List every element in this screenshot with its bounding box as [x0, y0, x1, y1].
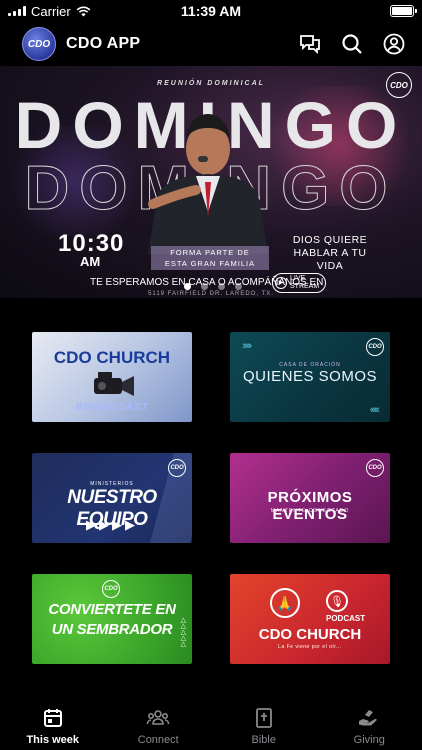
video-camera-icon: [94, 372, 134, 396]
church-badge-icon: CDO: [102, 580, 120, 598]
carousel-dot[interactable]: [201, 283, 208, 290]
church-badge-icon: CDO: [168, 459, 186, 477]
church-badge-icon: CDO: [366, 459, 384, 477]
family-line-2: ESTA GRAN FAMILIA: [164, 259, 256, 268]
battery-icon: [390, 5, 417, 17]
carrier-label: Carrier: [31, 3, 71, 19]
preacher-image: [148, 114, 268, 254]
title-line-2: UN SEMBRADOR: [51, 621, 173, 638]
praying-hands-icon: 🙏: [270, 588, 300, 618]
tile-sembrador[interactable]: CDO CONVIERTETE EN UN SEMBRADOR △ △ △ △ △: [32, 574, 192, 664]
carousel-dots[interactable]: [184, 283, 242, 290]
hero-carousel[interactable]: REUNIÓN DOMINICAL CDO DOMINGO DOMINGO 10…: [0, 66, 422, 298]
title-line-1: CONVIERTETE EN: [48, 601, 176, 618]
calendar-icon: [43, 709, 62, 727]
hero-address: 5119 FAIRFIELD DR. LAREDO, TX.: [148, 291, 274, 297]
status-bar: Carrier 11:39 AM: [0, 0, 422, 22]
tab-connect[interactable]: Connect: [108, 706, 208, 750]
search-icon[interactable]: [340, 32, 364, 56]
live-stream-label: LIVE STREAM: [290, 275, 320, 290]
arrows-icon: ▶▶▶▶: [86, 517, 138, 532]
tagline-line-2: HABLAR A TU VIDA: [293, 247, 367, 272]
carousel-dot[interactable]: [218, 283, 225, 290]
tile-cdo-church-broadcast[interactable]: CDO CHURCH BROADCAST: [32, 332, 192, 422]
tile-subtitle: BROADCAST: [75, 402, 149, 413]
tab-label: Connect: [137, 734, 179, 746]
tile-title: QUIENES SOMOS: [242, 368, 378, 385]
app-title: CDO APP: [66, 35, 141, 52]
live-stream-badge: ▶ LIVE STREAM: [272, 273, 327, 293]
tile-subtitle: La Fe viene por el oír...: [278, 644, 342, 650]
app-logo[interactable]: CDO: [22, 27, 56, 61]
wifi-icon: [76, 6, 91, 16]
tab-label: This week: [26, 734, 80, 746]
chevrons-icon: ‹‹‹‹‹: [369, 404, 380, 416]
tab-giving[interactable]: Giving: [319, 706, 419, 750]
tile-podcast[interactable]: 🙏 🎙 PODCAST CDO CHURCH La Fe viene por e…: [230, 574, 390, 664]
tile-title: PRÓXIMOS EVENTOS: [267, 489, 353, 523]
chat-icon[interactable]: [298, 32, 322, 56]
tile-quienes-somos[interactable]: CDO ››››› ‹‹‹‹‹ CASA DE ORACIÓN QUIENES …: [230, 332, 390, 422]
play-icon: ▶: [275, 277, 287, 289]
giving-icon: [359, 710, 377, 726]
tile-kicker: PODCAST: [326, 614, 366, 623]
tab-bible[interactable]: Bible: [214, 706, 314, 750]
hero-family-box: FORMA PARTE DE ESTA GRAN FAMILIA: [151, 246, 269, 270]
service-ampm: AM: [80, 254, 101, 269]
tile-proximos-eventos[interactable]: CDO PRÓXIMOS EVENTOS MANTENTE CONECTADO: [230, 453, 390, 543]
carousel-dot[interactable]: [184, 283, 191, 290]
tile-title: CONVIERTETE EN UN SEMBRADOR: [32, 600, 192, 640]
tile-nuestro-equipo[interactable]: CDO MINISTERIOS NUESTRO EQUIPO ▶▶▶▶: [32, 453, 192, 543]
tile-title: CDO CHURCH: [258, 626, 362, 643]
tab-this-week[interactable]: This week: [3, 706, 103, 750]
church-badge-icon: CDO: [366, 338, 384, 356]
tab-bar: This week Connect Bible Giving: [0, 696, 422, 750]
tile-subtitle: MANTENTE CONECTADO: [270, 508, 350, 514]
family-line-1: FORMA PARTE DE: [170, 248, 250, 257]
microphone-icon: 🎙: [326, 590, 348, 612]
profile-icon[interactable]: [382, 32, 406, 56]
chevrons-icon: ›››››: [242, 340, 252, 352]
people-icon: [146, 710, 170, 725]
triangles-icon: △ △ △ △ △: [180, 617, 186, 648]
status-time: 11:39 AM: [180, 3, 242, 19]
signal-icon: [8, 6, 26, 16]
tab-label: Giving: [353, 734, 385, 746]
app-header: CDO CDO APP: [0, 22, 422, 66]
bible-icon: [255, 708, 272, 728]
hero-tagline: DIOS QUIERE HABLAR A TU VIDA: [282, 234, 378, 273]
hero-kicker: REUNIÓN DOMINICAL: [157, 80, 265, 87]
carousel-dot[interactable]: [235, 283, 242, 290]
status-left: Carrier: [8, 4, 91, 19]
header-actions: [298, 32, 406, 56]
tagline-line-1: DIOS QUIERE: [292, 234, 368, 246]
tile-title: CDO CHURCH: [53, 348, 171, 367]
tab-label: Bible: [251, 734, 276, 746]
